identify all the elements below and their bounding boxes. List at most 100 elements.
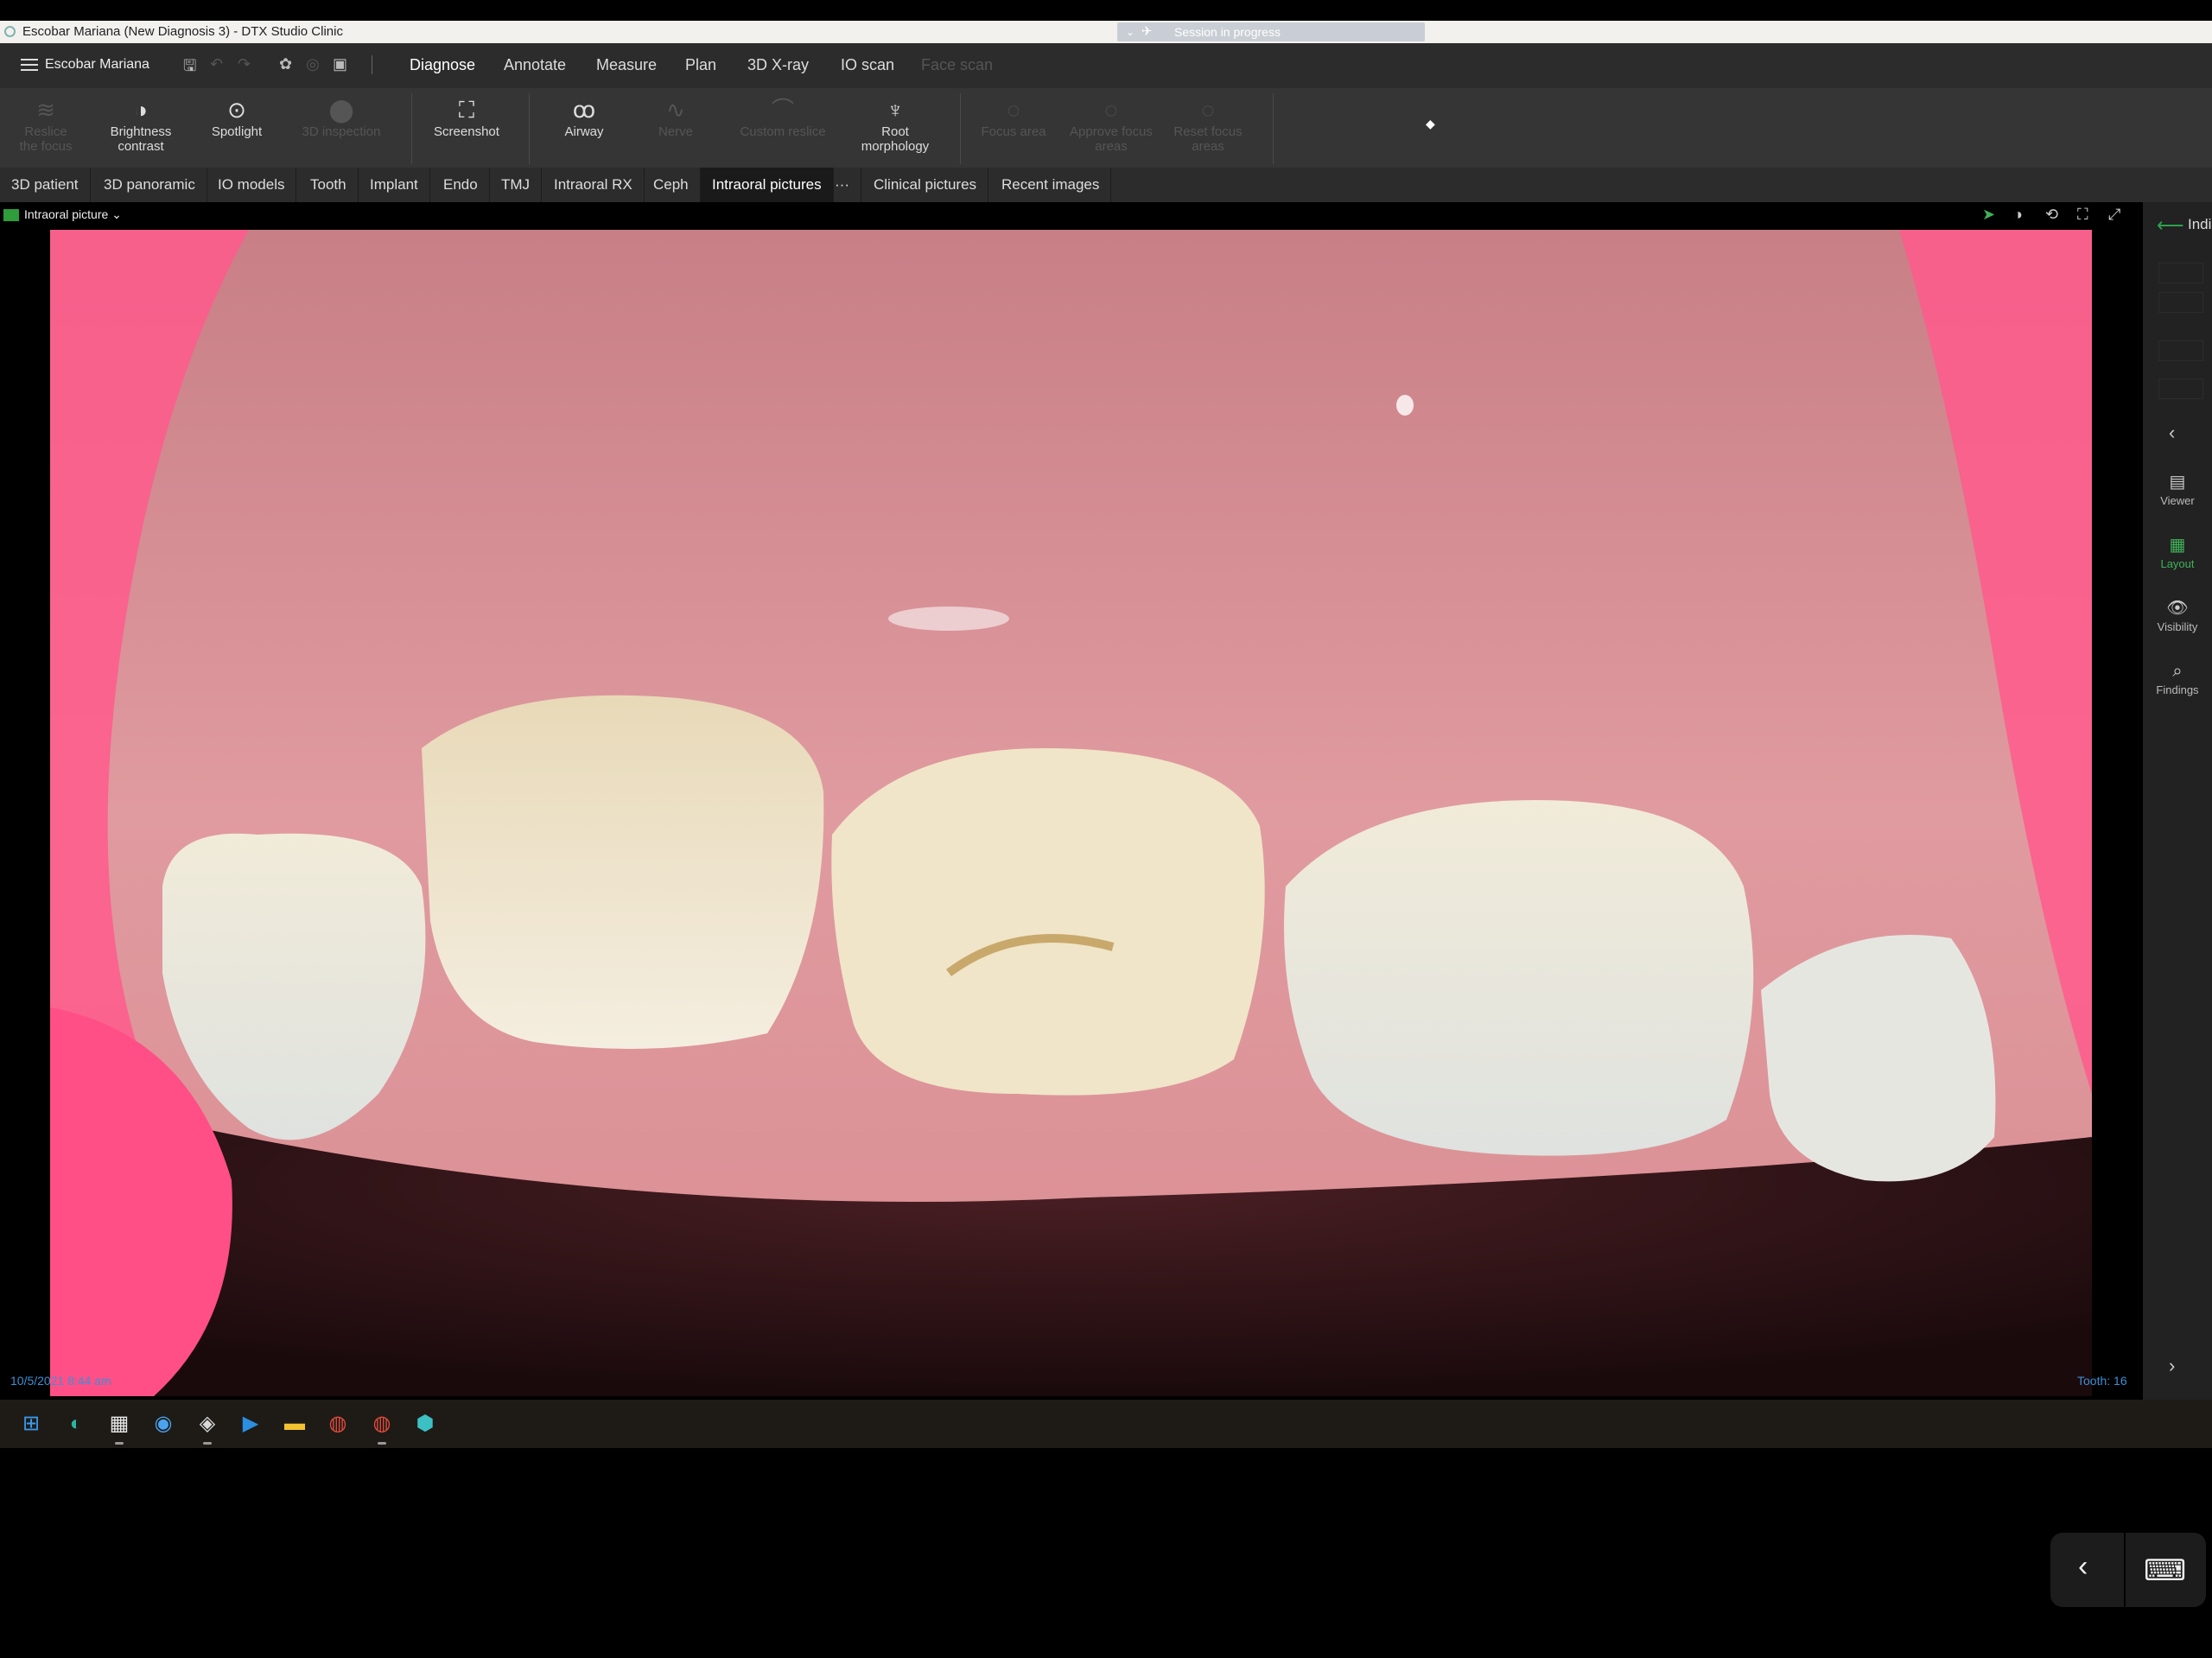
root-morphology-tool[interactable]: ♆ Root morphology [852,97,938,154]
save-icon[interactable]: 🖫 [183,55,196,81]
viewer-label: Intraoral picture [24,207,109,221]
brightness-contrast-tool[interactable]: ◑ Brightness contrast [99,97,182,154]
airway-tool[interactable]: ꝏ Airway [550,97,619,139]
os-taskbar: ⊞ ◐ ▦ ◉ ◈ ▶ ▬ ◍ ◍ ⬢ [0,1400,2212,1448]
edge-browser-icon[interactable]: ◐ [62,1410,90,1438]
export-icon[interactable]: ◎ [306,55,320,73]
panel-placeholder [2158,292,2203,313]
3d-inspection-icon: ⬤ [328,97,354,123]
tab-ceph[interactable]: Ceph [642,168,701,202]
tooth-lateral-right-shape [1761,935,1996,1182]
media-app-icon[interactable]: ▶ [237,1410,264,1438]
tool-label: Reset focus areas [1173,124,1243,154]
reslice-tool[interactable]: ≋ Reslice the focus [16,97,76,154]
spotlight-tool[interactable]: ⊙ Spotlight [200,97,273,139]
nerve-icon: ∿ [666,97,685,123]
fullscreen-icon[interactable]: ⤢ [2108,206,2120,224]
panel-findings-button[interactable]: ⌕ Findings [2143,659,2212,696]
windows-start-icon[interactable]: ⊞ [17,1410,45,1438]
tab-implant[interactable]: Implant [359,168,430,202]
file-explorer-icon[interactable]: ▬ [281,1410,308,1438]
screenshot-icon: ⛶ [458,97,475,123]
tab-intraoral-rx[interactable]: Intraoral RX [543,168,645,202]
chevron-left-icon[interactable]: ‹ [2169,422,2175,444]
panel-item-label: Findings [2156,683,2199,696]
panel-viewer-button[interactable]: ▤ Viewer [2143,470,2212,507]
tab-io-scan[interactable]: IO scan [841,56,894,74]
screenshot-tool[interactable]: ⛶ Screenshot [425,97,508,139]
more-tabs-button[interactable]: ··· [823,168,861,202]
reset-focus-icon: ◌ [1201,97,1215,123]
redo-icon[interactable]: ↷ [238,55,251,73]
saliva-highlight-shape [1396,395,1414,416]
rotate-icon[interactable]: ⟲ [2045,206,2058,224]
panel-placeholder [2158,378,2203,399]
image-type-tabs: 3D patient 3D panoramic IO models Tooth … [0,168,2212,202]
tab-intraoral-pictures[interactable]: Intraoral pictures [701,168,834,202]
dtx-studio-icon[interactable]: ◈ [194,1410,221,1445]
visibility-icon: 👁 [2166,599,2189,618]
tab-annotate[interactable]: Annotate [504,56,566,74]
tab-3d-panoramic[interactable]: 3D panoramic [92,168,207,202]
brightness-contrast-icon: ◑ [134,97,148,123]
photo-canvas [50,230,2092,1396]
image-icon[interactable]: ▣ [333,55,347,73]
panel-layout-button[interactable]: ▦ Layout [2143,533,2212,570]
app-icon [4,26,16,37]
viewer-selector[interactable]: Intraoral picture ⌄ [3,207,122,222]
3d-inspection-tool[interactable]: ⬤ 3D inspection [294,97,389,139]
chevron-left-icon[interactable]: ‹ [2078,1550,2088,1584]
hamburger-menu-icon[interactable] [21,59,38,72]
patient-name[interactable]: Escobar Mariana [45,57,149,73]
tab-recent-images[interactable]: Recent images [990,168,1112,202]
separator [960,93,961,164]
approve-focus-tool[interactable]: ◌ Approve focus areas [1068,97,1154,154]
tab-diagnose[interactable]: Diagnose [410,56,475,74]
image-timestamp: 10/5/2021 8:44 am [10,1374,111,1388]
session-indicator[interactable]: ⌄ ✈ Session in progress [1117,22,1425,41]
chrome-browser-icon[interactable]: ◍ [324,1410,352,1438]
chevron-down-icon: ⌄ [111,207,122,221]
custom-reslice-icon: ⌒ [771,97,794,123]
panel-visibility-button[interactable]: 👁 Visibility [2143,596,2212,633]
keyboard-widget: ‹ ⌨ [2050,1533,2206,1607]
cube-app-icon[interactable]: ⬢ [411,1410,439,1438]
contrast-icon[interactable]: ◑ [2013,206,2023,224]
tab-tmj[interactable]: TMJ [490,168,543,202]
separator [1273,93,1274,164]
apps-grid-icon[interactable]: ▦ [105,1410,133,1445]
reset-focus-tool[interactable]: ◌ Reset focus areas [1166,97,1249,154]
panel-placeholder [2158,263,2203,283]
tab-endo[interactable]: Endo [432,168,490,202]
tab-clinical-pictures[interactable]: Clinical pictures [862,168,989,202]
fit-icon[interactable]: ⛶ [2077,206,2088,224]
tooth-number: Tooth: 16 [2077,1374,2127,1388]
keyboard-icon[interactable]: ⌨ [2144,1553,2186,1588]
image-viewer[interactable]: Intraoral picture ⌄ ➤ ◑ ⟲ ⛶ ⤢ 10/5/2021 … [0,202,2143,1400]
window-title: Escobar Mariana (New Diagnosis 3) - DTX … [22,24,343,39]
chrome-profile-icon[interactable]: ◍ [368,1410,396,1445]
nerve-tool[interactable]: ∿ Nerve [641,97,710,139]
tooth-canine-left-shape [422,695,824,1049]
mouse-cursor-icon: ◆ [1426,117,1435,130]
tab-tooth[interactable]: Tooth [299,168,359,202]
chevron-right-icon[interactable]: › [2169,1355,2175,1377]
custom-reslice-tool[interactable]: ⌒ Custom reslice [731,97,835,139]
undo-icon[interactable]: ↶ [210,55,223,73]
tab-plan[interactable]: Plan [685,56,716,74]
pointer-icon[interactable]: ➤ [1982,206,1995,224]
tab-io-models[interactable]: IO models [207,168,297,202]
focus-area-tool[interactable]: ◌ Focus area [975,97,1052,139]
panel-placeholder [2158,340,2203,361]
tab-3d-patient[interactable]: 3D patient [0,168,91,202]
tool-label: Custom reslice [740,124,826,139]
arrow-left-icon[interactable]: ⟵ [2157,214,2184,237]
tab-face-scan[interactable]: Face scan [921,56,993,74]
tab-measure[interactable]: Measure [596,56,657,74]
remote-app-icon[interactable]: ◉ [149,1410,177,1438]
separator [529,93,530,164]
tab-3d-xray[interactable]: 3D X-ray [747,56,809,74]
gallery-icon[interactable]: ✿ [279,55,292,73]
tool-label: Nerve [658,124,693,139]
approve-focus-icon: ◌ [1104,97,1118,123]
